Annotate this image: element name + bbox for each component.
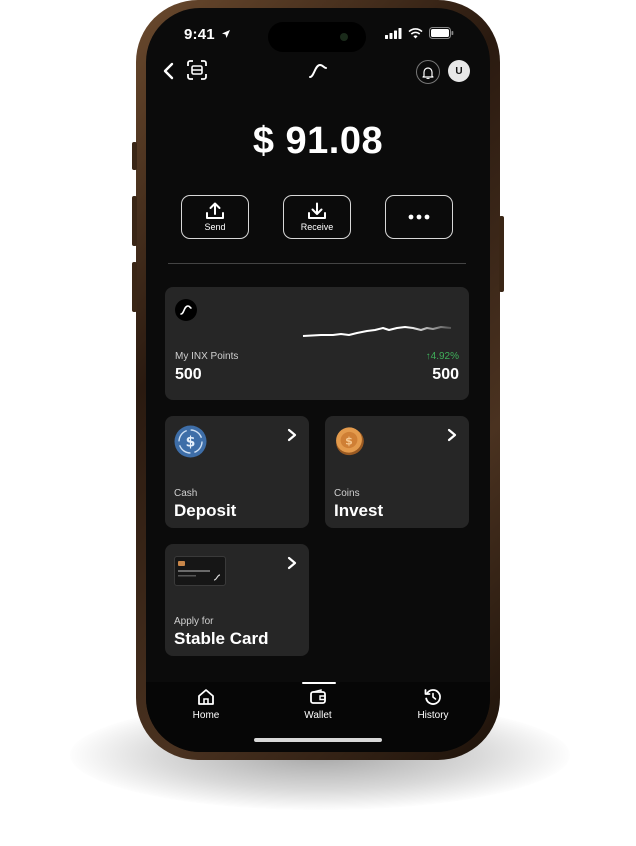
deposit-title: Deposit <box>174 501 237 520</box>
home-indicator <box>254 738 382 742</box>
deposit-tile[interactable]: $ Cash Deposit <box>165 416 309 528</box>
more-button[interactable] <box>385 195 453 239</box>
dynamic-island <box>268 22 366 52</box>
mute-switch <box>132 142 137 170</box>
balance-amount: $ 91.08 <box>252 120 384 162</box>
chevron-right-icon <box>287 556 297 570</box>
card-sub: Apply for <box>174 616 214 627</box>
invest-sub: Coins <box>334 488 360 499</box>
points-label: My INX Points <box>175 351 239 362</box>
location-arrow-icon <box>222 30 231 38</box>
wifi-icon <box>408 27 423 38</box>
download-icon <box>308 202 326 219</box>
notifications-button[interactable] <box>416 60 440 84</box>
avatar[interactable]: U <box>448 60 470 82</box>
svg-text:$: $ <box>186 435 196 451</box>
chevron-right-icon <box>287 428 297 442</box>
upload-icon <box>206 202 224 219</box>
receive-button[interactable]: Receive <box>283 195 351 239</box>
receive-label: Receive <box>300 222 334 232</box>
send-label: Send <box>204 222 226 232</box>
points-sparkline <box>302 326 452 337</box>
points-right-value: 500 <box>432 366 459 383</box>
credit-card-icon <box>174 556 226 586</box>
history-icon <box>424 689 441 705</box>
inx-points-card[interactable]: My INX Points 500 ↑4.92% 500 <box>165 287 469 400</box>
status-time: 9:41 <box>184 26 231 43</box>
home-icon <box>198 689 214 705</box>
card-title: Stable Card <box>174 629 269 648</box>
cellular-signal-icon <box>385 27 402 39</box>
status-time-text: 9:41 <box>184 26 215 43</box>
inx-points-logo <box>175 299 197 321</box>
back-button[interactable] <box>158 60 178 82</box>
active-tab-indicator <box>302 682 336 684</box>
volume-up-button <box>132 196 137 246</box>
usdc-coin-icon: $ <box>174 425 207 458</box>
tab-home[interactable]: Home <box>166 688 246 721</box>
inx-logo-icon <box>309 63 327 78</box>
points-change: ↑4.92% <box>425 351 459 362</box>
scan-button[interactable] <box>186 59 208 81</box>
tab-wallet-label: Wallet <box>304 710 332 721</box>
send-button[interactable]: Send <box>181 195 249 239</box>
status-icons <box>385 27 454 39</box>
points-value: 500 <box>175 366 202 383</box>
app-screen: 9:41 U $ 91.08 Send Receive My INX Point… <box>146 8 490 752</box>
invest-title: Invest <box>334 501 384 520</box>
scan-icon <box>187 60 207 80</box>
camera-dot <box>340 33 348 41</box>
svg-text:$: $ <box>345 435 353 448</box>
section-divider <box>168 263 466 264</box>
volume-down-button <box>132 262 137 312</box>
chevron-left-icon <box>163 62 174 80</box>
stable-card-tile[interactable]: Apply for Stable Card <box>165 544 309 656</box>
tab-history[interactable]: History <box>393 688 473 721</box>
wallet-icon <box>310 689 326 704</box>
tab-home-label: Home <box>192 710 220 721</box>
power-button <box>499 216 504 292</box>
app-logo <box>306 61 330 81</box>
inx-logo-icon <box>180 305 192 315</box>
more-icon <box>408 214 430 220</box>
battery-icon <box>429 27 454 39</box>
chevron-right-icon <box>447 428 457 442</box>
bell-icon <box>422 66 434 79</box>
tab-history-label: History <box>417 710 449 721</box>
invest-tile[interactable]: $ Coins Invest <box>325 416 469 528</box>
tab-wallet[interactable]: Wallet <box>278 688 358 721</box>
gold-coin-icon: $ <box>336 427 364 456</box>
deposit-sub: Cash <box>174 488 198 499</box>
